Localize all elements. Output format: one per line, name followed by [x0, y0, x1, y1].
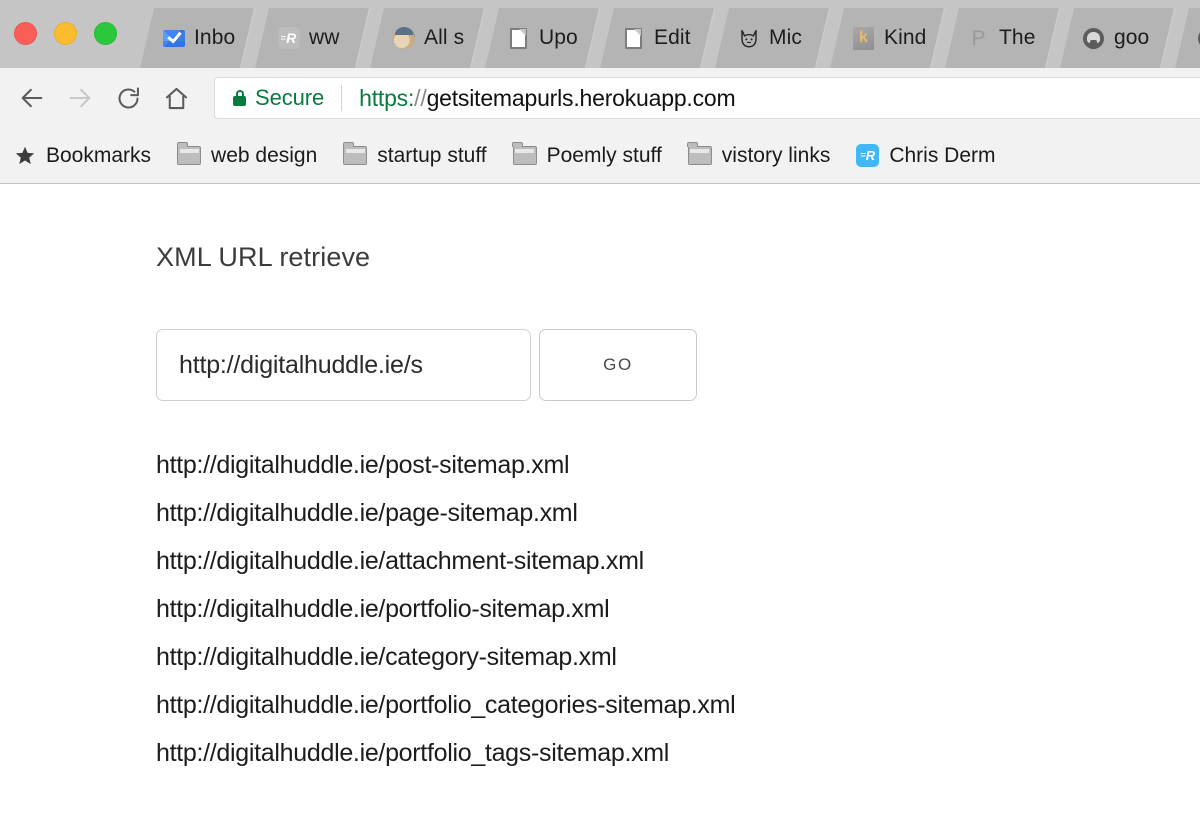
sitemap-url-input[interactable]	[156, 329, 531, 401]
readme-r-icon: = R	[277, 27, 300, 50]
readme-r-icon: = R	[856, 144, 880, 167]
page-viewport: XML URL retrieve Go http://digitalhuddle…	[0, 184, 1200, 826]
tab-inner: Upo	[507, 26, 600, 50]
bookmark-label: Poemly stuff	[546, 143, 662, 167]
page-content: XML URL retrieve Go http://digitalhuddle…	[0, 184, 1200, 777]
folder-icon	[512, 141, 537, 165]
bookmark-label: web design	[211, 143, 318, 167]
browser-tab[interactable]: k Kind	[830, 8, 945, 68]
bookmark-label: Chris Derm	[889, 143, 996, 167]
sitemap-form: Go	[156, 329, 1200, 401]
sitemap-results-list: http://digitalhuddle.ie/post-sitemap.xml…	[156, 441, 1200, 777]
tab-title: ww	[309, 26, 340, 49]
folder-icon	[342, 141, 368, 165]
browser-tab[interactable]: Inbo	[140, 8, 255, 68]
browser-tab[interactable]: P The	[945, 8, 1060, 68]
folder-icon	[176, 141, 202, 165]
tab-inner: k Kind	[852, 26, 945, 50]
tab-inner: Edit	[622, 26, 715, 50]
tab-title: Edit	[654, 26, 691, 49]
maximize-window-button[interactable]	[94, 22, 117, 45]
tab-title: goo	[1114, 26, 1150, 49]
home-icon	[165, 87, 187, 109]
document-icon	[507, 27, 530, 50]
page-title: XML URL retrieve	[156, 242, 371, 272]
bookmark-item[interactable]: = R Chris Derm	[856, 143, 996, 168]
tab-strip: Inbo = R ww All s Upo Edit Mic k Kind P The goo	[0, 0, 1200, 68]
tab-inner: All s	[392, 26, 485, 50]
back-arrow-icon	[21, 88, 43, 108]
tab-list: Inbo = R ww All s Upo Edit Mic k Kind P The goo	[140, 0, 1200, 68]
forward-button	[58, 76, 102, 120]
close-window-button[interactable]	[14, 22, 37, 45]
tab-inner: P The	[967, 26, 1060, 50]
url-scheme: https:	[359, 84, 415, 111]
url-slashes: //	[414, 84, 427, 111]
address-bar-divider	[341, 85, 343, 111]
sitemap-result-item: http://digitalhuddle.ie/category-sitemap…	[156, 643, 617, 671]
browser-tab[interactable]: goo	[1060, 8, 1175, 68]
reload-icon	[118, 86, 139, 108]
back-button[interactable]	[10, 76, 54, 120]
home-button[interactable]	[154, 76, 198, 120]
fox-icon	[737, 27, 760, 50]
go-button[interactable]: Go	[539, 329, 697, 401]
tab-title: The	[999, 26, 1036, 49]
tab-title: Inbo	[194, 26, 236, 49]
browser-toolbar: Secure https://getsitemapurls.herokuapp.…	[0, 68, 1200, 128]
sitemap-result-item: http://digitalhuddle.ie/portfolio_tags-s…	[156, 739, 670, 767]
site-security-badge[interactable]: Secure	[233, 85, 324, 111]
tab-inner: = R ww	[277, 26, 370, 50]
tab-inner: Inbo	[162, 26, 255, 50]
sitemap-result-item: http://digitalhuddle.ie/portfolio_catego…	[156, 691, 736, 719]
star-icon	[14, 145, 36, 166]
browser-tab[interactable]	[1175, 8, 1200, 68]
bookmark-item[interactable]: Poemly stuff	[512, 141, 662, 168]
browser-tab[interactable]: All s	[370, 8, 485, 68]
sitemap-result-item: http://digitalhuddle.ie/post-sitemap.xml	[156, 451, 570, 479]
browser-tab[interactable]: Mic	[715, 8, 830, 68]
kindle-k-icon: k	[852, 26, 875, 50]
sitemap-result-item: http://digitalhuddle.ie/attachment-sitem…	[156, 547, 644, 575]
bookmark-label: vistory links	[721, 143, 831, 167]
reload-button[interactable]	[106, 76, 150, 120]
minimize-window-button[interactable]	[54, 22, 77, 45]
github-icon	[1082, 27, 1105, 50]
sitemap-result-item: http://digitalhuddle.ie/page-sitemap.xml	[156, 499, 578, 527]
window-controls	[14, 22, 117, 45]
tab-title: Upo	[539, 26, 578, 49]
browser-tab[interactable]: Edit	[600, 8, 715, 68]
address-bar-url: https://getsitemapurls.herokuapp.com	[359, 84, 736, 112]
bookmark-label: startup stuff	[377, 143, 487, 167]
forward-arrow-icon	[69, 88, 91, 108]
lock-icon	[233, 90, 246, 106]
bookmark-label: Bookmarks	[46, 143, 152, 167]
address-bar[interactable]: Secure https://getsitemapurls.herokuapp.…	[214, 77, 1200, 119]
security-status-label: Secure	[255, 85, 325, 110]
bookmark-item[interactable]: web design	[176, 141, 318, 168]
inbox-icon	[162, 27, 185, 50]
browser-tab[interactable]: Upo	[485, 8, 600, 68]
product-hunt-p-icon: P	[971, 26, 986, 50]
tab-inner: Mic	[737, 26, 830, 50]
browser-tab[interactable]: = R ww	[255, 8, 370, 68]
tab-title: Kind	[884, 26, 927, 49]
browser-window: Inbo = R ww All s Upo Edit Mic k Kind P The goo	[0, 0, 1200, 826]
sitemap-result-item: http://digitalhuddle.ie/portfolio-sitema…	[156, 595, 610, 623]
tab-inner: goo	[1082, 26, 1175, 50]
bookmark-item[interactable]: Bookmarks	[14, 144, 151, 168]
tab-title: All s	[424, 26, 465, 49]
bookmarks-bar: Bookmarks web design startup stuff Poemly s…	[0, 128, 1200, 184]
bookmark-item[interactable]: vistory links	[687, 141, 831, 168]
tab-title: Mic	[769, 26, 802, 49]
folder-icon	[687, 141, 712, 165]
url-host: getsitemapurls.herokuapp.com	[426, 84, 736, 111]
mailchimp-icon	[392, 27, 415, 50]
bookmark-item[interactable]: startup stuff	[342, 141, 487, 168]
document-icon	[622, 27, 645, 50]
